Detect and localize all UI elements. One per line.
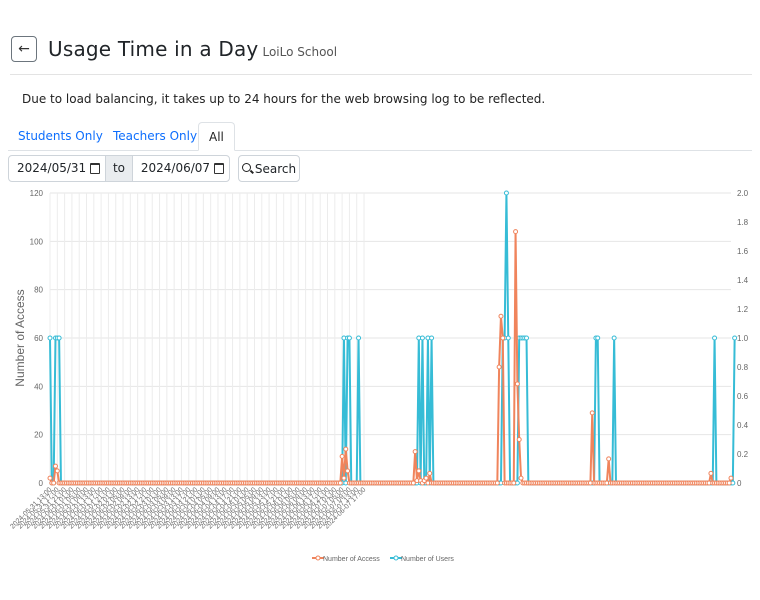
date-range-group: 2024/05/31 to 2024/06/07 <box>8 155 230 182</box>
data-point-access <box>500 335 506 341</box>
data-point-users <box>356 335 362 341</box>
legend-label-access[interactable]: Number of Access <box>323 556 380 563</box>
search-button-label: Search <box>254 161 297 176</box>
date-from-value: 2024/05/31 <box>17 161 87 175</box>
search-button[interactable]: Search <box>238 155 300 182</box>
date-to-separator: to <box>105 156 133 181</box>
y-left-tick-label: 120 <box>30 189 44 198</box>
data-point-users <box>419 335 425 341</box>
tab-bar: Students Only Teachers Only All <box>8 122 752 151</box>
data-point-access <box>518 475 524 481</box>
data-point-users <box>712 335 718 341</box>
data-point-access <box>494 480 500 486</box>
data-point-users <box>56 335 62 341</box>
calendar-icon[interactable] <box>214 163 225 174</box>
arrow-left-icon: ← <box>18 41 30 57</box>
y-left-tick-label: 80 <box>34 286 43 295</box>
data-point-access <box>427 470 433 476</box>
data-point-access <box>341 475 347 481</box>
y-right-tick-label: 2.0 <box>737 189 749 198</box>
calendar-icon[interactable] <box>90 163 101 174</box>
y-axis-label: Number of Access <box>13 289 27 386</box>
y-right-tick-label: 1.0 <box>737 334 749 343</box>
data-point-access <box>513 229 519 235</box>
data-point-access <box>498 313 504 319</box>
data-point-access <box>514 381 520 387</box>
y-right-tick-label: 0.8 <box>737 363 749 372</box>
date-from-input[interactable]: 2024/05/31 <box>9 156 105 181</box>
data-point-access <box>606 456 612 462</box>
data-point-access <box>345 468 351 474</box>
y-right-tick-label: 0.6 <box>737 392 749 401</box>
legend-marker-access[interactable] <box>315 555 321 561</box>
y-right-tick-label: 0 <box>737 479 742 488</box>
page-title-text: Usage Time in a Day <box>48 37 259 61</box>
data-point-access <box>511 480 517 486</box>
y-right-tick-label: 1.8 <box>737 218 749 227</box>
tab-students-only[interactable]: Students Only <box>8 122 113 150</box>
y-right-tick-label: 1.2 <box>737 305 749 314</box>
data-point-users <box>503 190 509 196</box>
legend-marker-users[interactable] <box>393 555 399 561</box>
data-point-users <box>524 335 530 341</box>
data-point-access <box>412 449 418 455</box>
data-point-access <box>339 453 345 459</box>
data-point-access <box>496 364 502 370</box>
data-point-access <box>51 480 57 486</box>
y-left-tick-label: 100 <box>30 237 44 246</box>
page-subtitle: LoiLo School <box>262 45 338 59</box>
data-point-access <box>728 475 734 481</box>
search-icon <box>241 163 251 172</box>
y-left-tick-label: 40 <box>34 382 43 391</box>
data-point-users <box>611 335 617 341</box>
page-title: Usage Time in a Day LoiLo School <box>48 36 337 65</box>
data-point-users <box>346 335 352 341</box>
y-left-tick-label: 0 <box>39 479 44 488</box>
data-point-access <box>516 437 522 442</box>
data-point-users <box>732 335 738 341</box>
y-right-tick-label: 0.4 <box>737 421 749 430</box>
data-point-users <box>47 335 53 341</box>
data-point-access <box>52 463 58 469</box>
data-point-access <box>423 475 429 481</box>
data-point-access <box>708 470 714 476</box>
data-point-users <box>505 335 511 341</box>
data-point-access <box>47 475 53 481</box>
tab-all[interactable]: All <box>198 122 235 151</box>
back-button[interactable]: ← <box>11 36 37 62</box>
y-left-tick-label: 60 <box>34 334 43 343</box>
page-header: ← Usage Time in a Day LoiLo School <box>10 36 752 75</box>
usage-chart: 0 20 40 60 80 100 120 0 0.2 0.4 0.6 0.8 1.0 1.2 1.4 1.6… <box>9 189 749 563</box>
y-right-tick-label: 1.6 <box>737 247 749 256</box>
data-point-users <box>595 335 601 341</box>
legend-label-users[interactable]: Number of Users <box>401 556 454 563</box>
y-right-tick-label: 0.2 <box>737 450 749 459</box>
data-point-access <box>726 480 732 486</box>
data-point-users <box>429 335 435 341</box>
y-left-tick-label: 20 <box>34 431 43 440</box>
data-point-access <box>337 480 343 486</box>
date-to-value: 2024/06/07 <box>140 161 211 175</box>
y-right-tick-label: 1.4 <box>737 276 749 285</box>
tab-teachers-only[interactable]: Teachers Only <box>103 122 207 150</box>
notice-text: Due to load balancing, it takes up to 24… <box>22 92 546 106</box>
data-point-access <box>343 446 349 452</box>
data-point-access <box>589 410 595 416</box>
date-to-input[interactable]: 2024/06/07 <box>133 156 229 181</box>
data-point-access <box>54 468 60 474</box>
data-point-access <box>416 468 422 474</box>
